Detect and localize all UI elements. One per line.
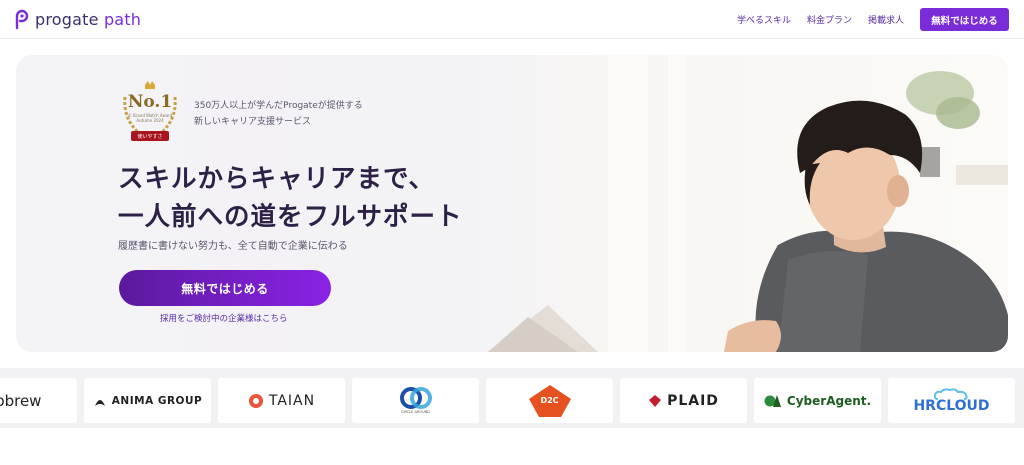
logo-card-circle-around: CIRCLE AROUND xyxy=(352,378,479,423)
logo-anima-group: ANIMA GROUP xyxy=(111,394,203,407)
cyberagent-icon xyxy=(764,394,781,407)
logo-card-cyberagent: CyberAgent. xyxy=(754,378,881,423)
hero-headline: スキルからキャリアまで、 一人前への道をフルサポート xyxy=(118,160,463,236)
award-source: © Brand Watch Award Autumn 2024 xyxy=(124,113,176,123)
hero-subline: 履歴書に書けない努力も、全て自動で企業に伝わる xyxy=(118,241,348,252)
headline-line-1: スキルからキャリアまで、 xyxy=(118,164,435,194)
nav-link-skills[interactable]: 学べるスキル xyxy=(737,13,791,26)
plaid-icon xyxy=(649,394,662,407)
logo-card-d2c: D2C xyxy=(486,378,613,423)
logo-card-taian: TAIAN xyxy=(218,378,345,423)
hero-section: No.1 © Brand Watch Award Autumn 2024 使いや… xyxy=(16,55,1008,352)
anima-group-icon xyxy=(94,399,105,406)
nav-link-pricing[interactable]: 料金プラン xyxy=(807,13,852,26)
award-caption: 350万人以上が学んだProgateが提供する 新しいキャリア支援サービス xyxy=(194,98,363,130)
logo-card-hrcloud: HRCLOUD xyxy=(888,378,1015,423)
hero-start-free-button[interactable]: 無料ではじめる xyxy=(119,270,331,306)
logo-hrcloud: HRCLOUD xyxy=(913,397,990,414)
logo-card-anima-group: ANIMA GROUP xyxy=(84,378,211,423)
logo-wordmark: progate path xyxy=(35,9,142,29)
taian-icon xyxy=(248,393,263,408)
progate-path-logo[interactable]: progate path xyxy=(14,8,141,30)
progate-logo-icon xyxy=(15,9,29,30)
top-header: progate path 学べるスキル 料金プラン 掲載求人 無料ではじめる xyxy=(0,0,1024,39)
caption-line-1: 350万人以上が学んだProgateが提供する xyxy=(194,101,363,111)
award-rank: No.1 xyxy=(127,92,173,112)
logo-d2c: D2C xyxy=(540,396,559,405)
award-ribbon-label: 使いやすさ xyxy=(137,134,163,140)
corporate-inquiry-link[interactable]: 採用をご検討中の企業様はこちら xyxy=(160,312,288,324)
logo-plaid: PLAID xyxy=(667,392,719,409)
logo-card-ppbrew: ppbrew xyxy=(0,378,77,423)
logo-card-plaid: PLAID xyxy=(620,378,747,423)
circle-around-icon xyxy=(399,387,432,409)
hero-photo-illustration xyxy=(488,55,1008,352)
company-logos-strip: ppbrew ANIMA GROUP TAIAN CIRCLE AROUND D… xyxy=(0,368,1024,428)
headline-line-2: 一人前への道をフルサポート xyxy=(118,202,463,232)
nav-link-jobs[interactable]: 掲載求人 xyxy=(868,13,904,26)
logo-cyberagent: CyberAgent. xyxy=(786,393,872,408)
logo-taian: TAIAN xyxy=(268,392,316,409)
header-start-free-button[interactable]: 無料ではじめる xyxy=(920,8,1009,31)
logo-ppbrew: ppbrew xyxy=(0,391,42,410)
award-line2: Autumn 2024 xyxy=(136,118,164,123)
caption-line-2: 新しいキャリア支援サービス xyxy=(194,117,312,127)
logo-circle-around: CIRCLE AROUND xyxy=(401,410,430,414)
header-nav: 学べるスキル 料金プラン 掲載求人 xyxy=(737,13,904,26)
hero-photo xyxy=(488,55,1008,352)
